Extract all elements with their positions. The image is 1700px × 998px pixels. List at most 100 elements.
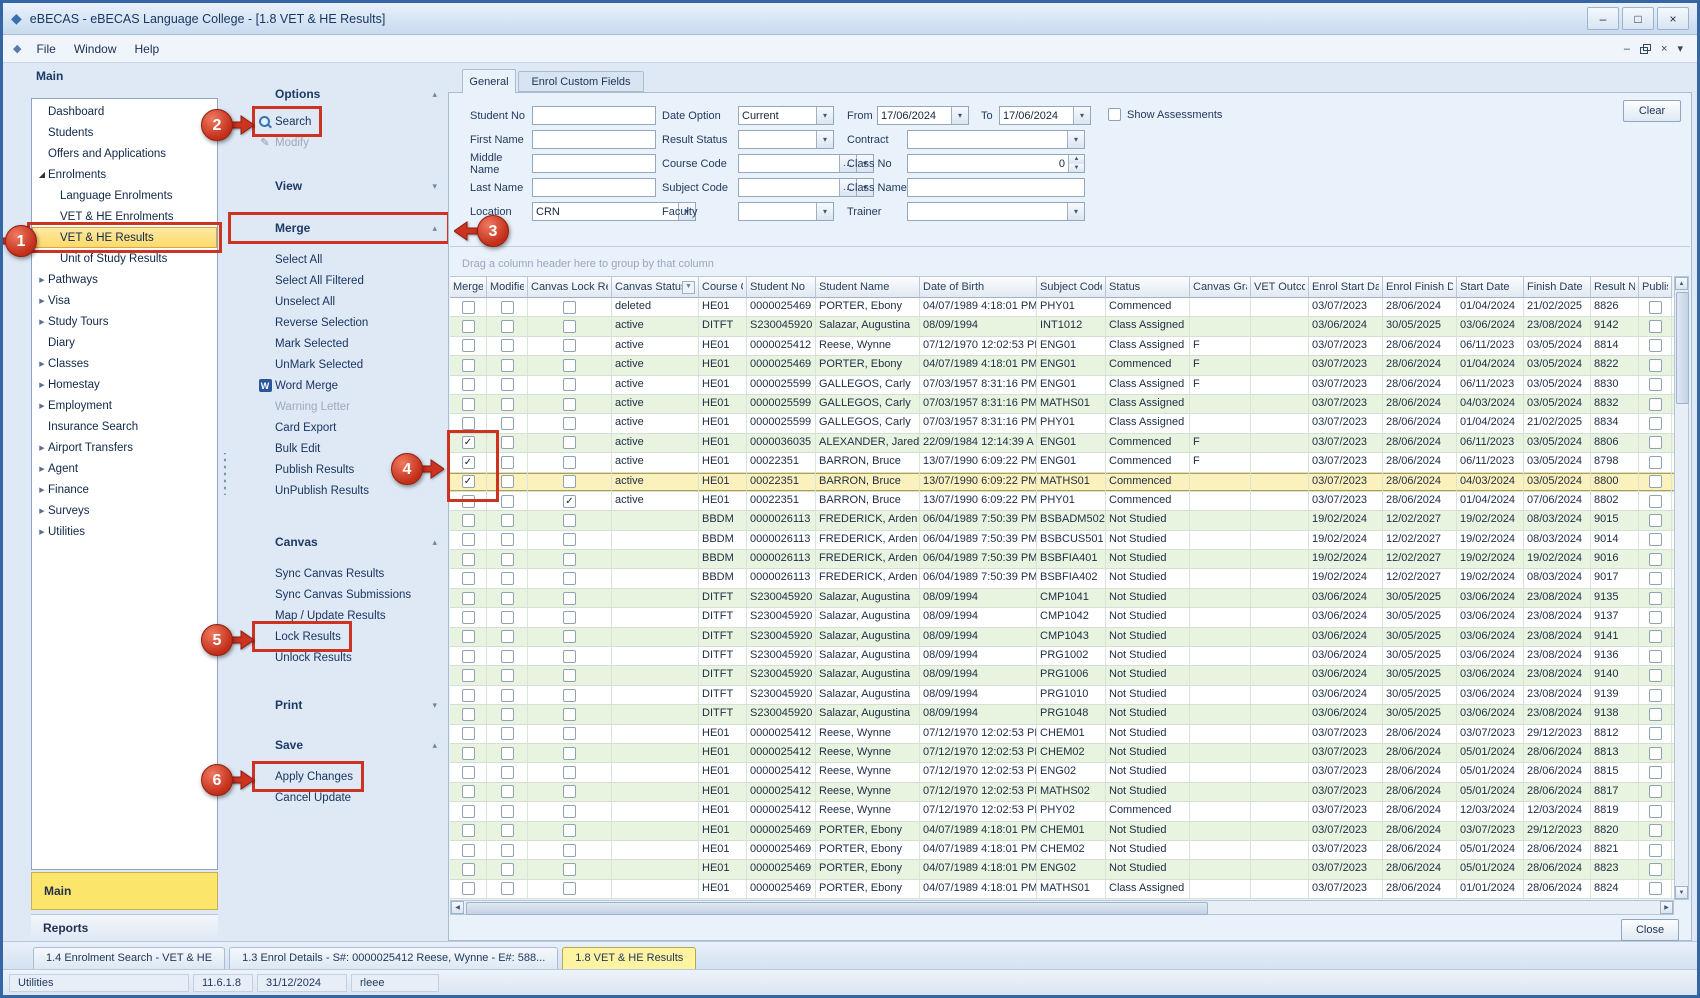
minimize-button[interactable]: – [1587, 7, 1619, 30]
sidebar-item-students[interactable]: Students [32, 122, 217, 143]
publish-checkbox[interactable] [1649, 436, 1662, 449]
sidebar-item-insurance-search[interactable]: Insurance Search [32, 416, 217, 437]
table-row[interactable]: activeHE010000025599GALLEGOS, Carly07/03… [450, 376, 1674, 395]
canvas_lock-checkbox[interactable] [563, 844, 576, 857]
table-row[interactable]: activeHE010000025599GALLEGOS, Carly07/03… [450, 414, 1674, 433]
merge-checkbox[interactable] [462, 514, 475, 527]
canvas_lock-checkbox[interactable] [563, 592, 576, 605]
modified-checkbox[interactable] [501, 320, 514, 333]
modified-checkbox[interactable] [501, 436, 514, 449]
canvas_lock-checkbox[interactable] [563, 824, 576, 837]
publish-checkbox[interactable] [1649, 727, 1662, 740]
action-item-mark-selected[interactable]: Mark Selected [257, 333, 355, 354]
canvas_lock-checkbox[interactable] [563, 727, 576, 740]
sidebar-item-unit-of-study-results[interactable]: Unit of Study Results [32, 248, 217, 269]
canvas_lock-checkbox[interactable] [563, 689, 576, 702]
column-header-course[interactable]: Course C [699, 276, 747, 298]
merge-checkbox[interactable] [462, 533, 475, 546]
action-item-sync-canvas-results[interactable]: Sync Canvas Results [257, 563, 390, 584]
publish-checkbox[interactable] [1649, 805, 1662, 818]
dropdown-icon[interactable]: ▾ [1067, 203, 1084, 220]
group-header-canvas[interactable]: Canvas▴ [233, 531, 445, 553]
modified-checkbox[interactable] [501, 708, 514, 721]
publish-checkbox[interactable] [1649, 456, 1662, 469]
action-item-search[interactable]: Search [257, 111, 317, 132]
column-header-finish[interactable]: Finish Date [1524, 276, 1591, 298]
modified-checkbox[interactable] [501, 863, 514, 876]
sidebar-footer-reports[interactable]: Reports [31, 914, 218, 940]
merge-checkbox[interactable] [462, 650, 475, 663]
merge-checkbox[interactable] [462, 417, 475, 430]
modified-checkbox[interactable] [501, 495, 514, 508]
canvas_lock-checkbox[interactable] [563, 378, 576, 391]
modified-checkbox[interactable] [501, 301, 514, 314]
tab-enrol-custom-fields[interactable]: Enrol Custom Fields [518, 71, 644, 92]
canvas_lock-checkbox[interactable] [563, 572, 576, 585]
sidebar-item-study-tours[interactable]: ▶Study Tours [32, 311, 217, 332]
modified-checkbox[interactable] [501, 785, 514, 798]
dropdown-icon[interactable]: ▾ [951, 107, 968, 124]
modified-checkbox[interactable] [501, 844, 514, 857]
filter-result-status-combo[interactable]: ▾ [738, 130, 834, 149]
action-item-unpublish-results[interactable]: UnPublish Results [257, 480, 375, 501]
publish-checkbox[interactable] [1649, 553, 1662, 566]
filter-student-no-input[interactable] [532, 106, 656, 125]
merge-checkbox[interactable] [462, 378, 475, 391]
publish-checkbox[interactable] [1649, 824, 1662, 837]
modified-checkbox[interactable] [501, 398, 514, 411]
column-header-merge[interactable]: Merge [450, 276, 487, 298]
canvas_lock-checkbox[interactable] [563, 708, 576, 721]
column-header-start[interactable]: Start Date [1457, 276, 1524, 298]
sidebar-item-vet-he-results[interactable]: VET & HE Results [32, 227, 217, 248]
table-row[interactable]: DITFTS230045920Salazar, Augustina08/09/1… [450, 608, 1674, 627]
filter-first-name-input[interactable] [532, 130, 656, 149]
publish-checkbox[interactable] [1649, 417, 1662, 430]
scroll-down-icon[interactable]: ▼ [1675, 886, 1688, 899]
sidebar-item-airport-transfers[interactable]: ▶Airport Transfers [32, 437, 217, 458]
canvas_lock-checkbox[interactable] [563, 611, 576, 624]
publish-checkbox[interactable] [1649, 611, 1662, 624]
table-row[interactable]: activeHE010000025469PORTER, Ebony04/07/1… [450, 356, 1674, 375]
merge-checkbox[interactable] [462, 669, 475, 682]
canvas_lock-checkbox[interactable] [563, 785, 576, 798]
modified-checkbox[interactable] [501, 824, 514, 837]
column-header-canvas_grade[interactable]: Canvas Grad [1190, 276, 1251, 298]
show-assessments-checkbox[interactable] [1108, 108, 1121, 121]
action-item-unselect-all[interactable]: Unselect All [257, 291, 341, 312]
filter-middle-name-input[interactable] [532, 154, 656, 173]
table-row[interactable]: activeHE010000025599GALLEGOS, Carly07/03… [450, 395, 1674, 414]
column-header-enrol_finish[interactable]: Enrol Finish Dat [1383, 276, 1457, 298]
publish-checkbox[interactable] [1649, 533, 1662, 546]
merge-checkbox[interactable] [462, 747, 475, 760]
canvas_lock-checkbox[interactable] [563, 766, 576, 779]
dropdown-icon[interactable]: ▾ [816, 107, 833, 124]
publish-checkbox[interactable] [1649, 359, 1662, 372]
publish-checkbox[interactable] [1649, 630, 1662, 643]
group-header-view[interactable]: View▾ [233, 175, 445, 197]
table-row[interactable]: HE010000025469PORTER, Ebony04/07/1989 4:… [450, 822, 1674, 841]
scroll-left-icon[interactable]: ◀ [451, 901, 464, 914]
column-header-student_name[interactable]: Student Name [816, 276, 920, 298]
table-row[interactable]: activeHE010000025412Reese, Wynne07/12/19… [450, 337, 1674, 356]
column-header-subject[interactable]: Subject Code [1037, 276, 1106, 298]
publish-checkbox[interactable] [1649, 592, 1662, 605]
canvas_lock-checkbox[interactable] [563, 475, 576, 488]
merge-checkbox[interactable] [462, 727, 475, 740]
merge-checkbox[interactable] [462, 882, 475, 895]
action-item-unmark-selected[interactable]: UnMark Selected [257, 354, 369, 375]
sidebar-item-classes[interactable]: ▶Classes [32, 353, 217, 374]
publish-checkbox[interactable] [1649, 301, 1662, 314]
canvas_lock-checkbox[interactable] [563, 514, 576, 527]
canvas_lock-checkbox[interactable] [563, 630, 576, 643]
modified-checkbox[interactable] [501, 611, 514, 624]
table-row[interactable]: HE010000025412Reese, Wynne07/12/1970 12:… [450, 744, 1674, 763]
spin-down-icon[interactable]: ▼ [1069, 164, 1084, 173]
filter-contract-combo[interactable]: ▾ [907, 130, 1085, 149]
merge-checkbox[interactable] [462, 785, 475, 798]
canvas_lock-checkbox[interactable] [563, 359, 576, 372]
table-row[interactable]: HE010000025412Reese, Wynne07/12/1970 12:… [450, 783, 1674, 802]
action-item-card-export[interactable]: Card Export [257, 417, 342, 438]
table-row[interactable]: DITFTS230045920Salazar, Augustina08/09/1… [450, 647, 1674, 666]
modified-checkbox[interactable] [501, 417, 514, 430]
sidebar-item-diary[interactable]: Diary [32, 332, 217, 353]
